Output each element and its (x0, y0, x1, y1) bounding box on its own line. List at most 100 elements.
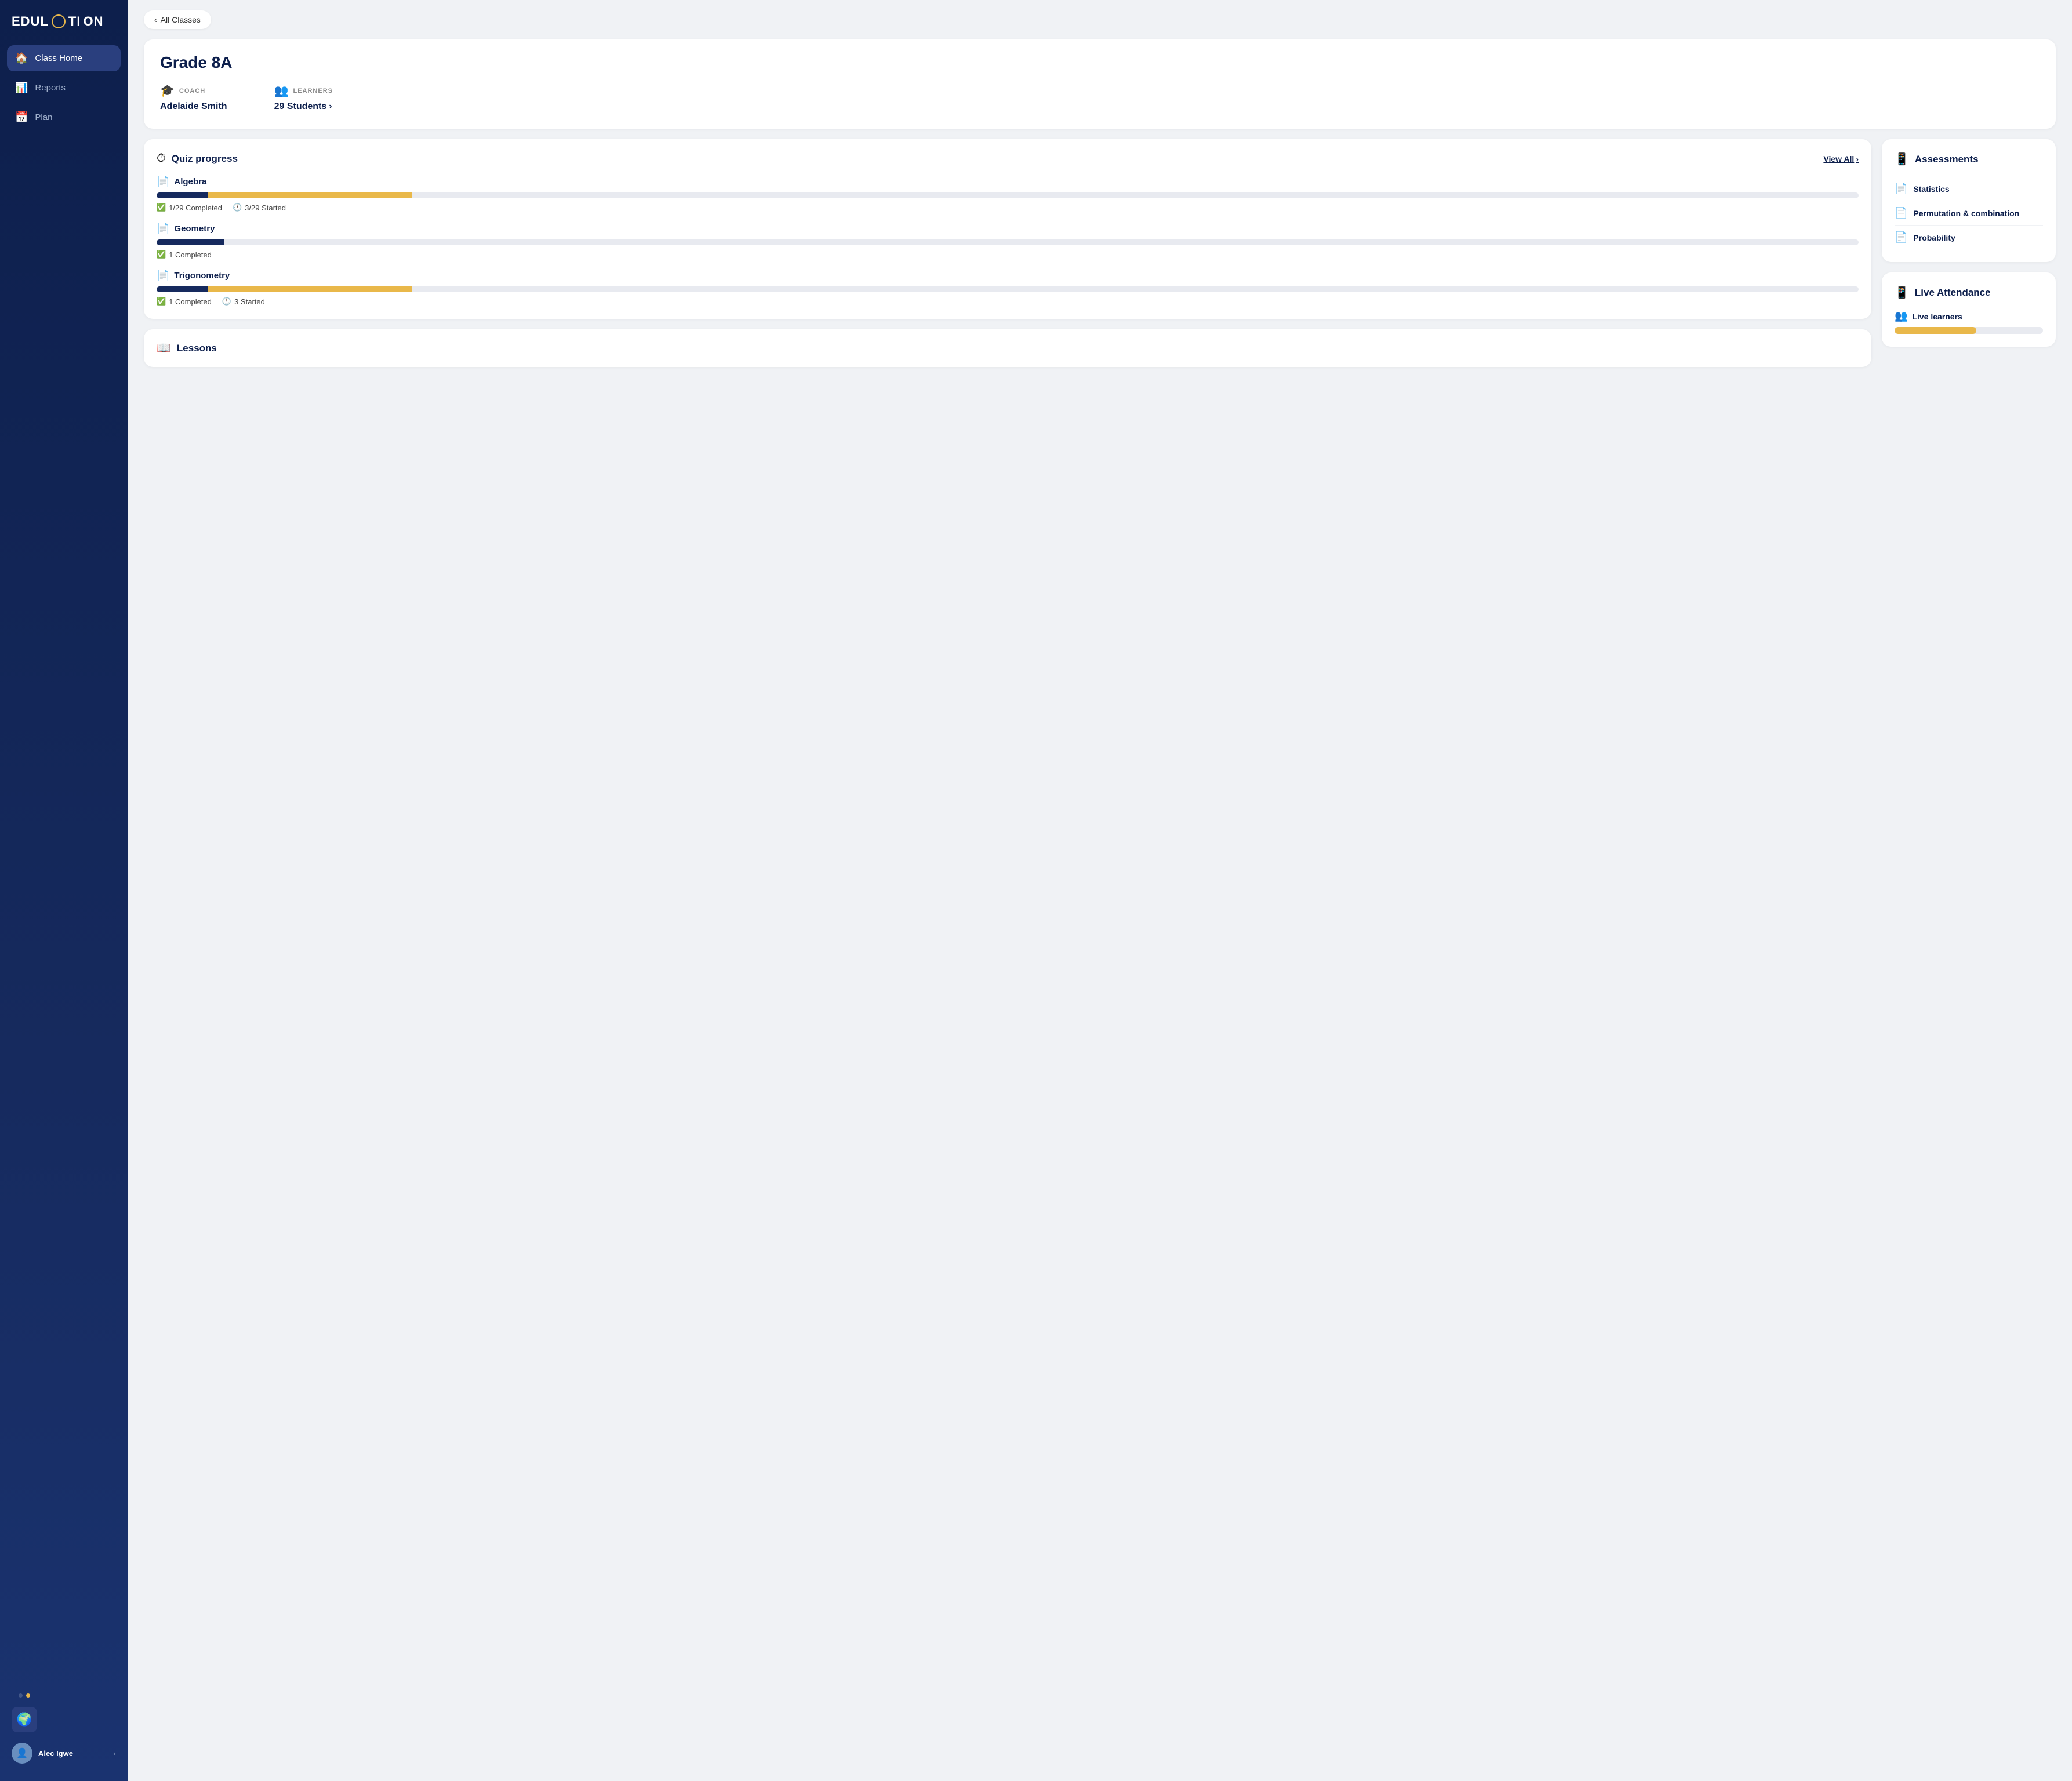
class-header-card: Grade 8A 🎓 COACH Adelaide Smith 👥 LEARNE… (144, 39, 2056, 129)
trig-progress-bar (157, 286, 1859, 292)
trig-completed-label: 1 Completed (169, 297, 212, 306)
quiz-item-trigonometry: 📄 Trigonometry ✅ 1 Completed (157, 270, 1859, 306)
algebra-progress-bar (157, 192, 1859, 198)
sidebar: EDULTION 🏠 Class Home 📊 Reports 📅 Plan 🌍… (0, 0, 128, 1781)
quiz-progress-card: ⏱ Quiz progress View All › 📄 Algebra (144, 139, 1871, 319)
trig-doc-icon: 📄 (157, 270, 169, 282)
topbar: ‹ All Classes (128, 0, 2072, 29)
assess-item-permutation[interactable]: 📄 Permutation & combination (1895, 201, 2043, 226)
plan-icon: 📅 (15, 111, 28, 123)
africa-icon: 🌍 (16, 1712, 32, 1727)
algebra-stats: ✅ 1/29 Completed 🕐 3/29 Started (157, 203, 1859, 212)
sidebar-item-label: Plan (35, 112, 52, 122)
back-chevron-icon: ‹ (154, 15, 157, 24)
dot-indicator-active (26, 1693, 30, 1698)
geometry-stats: ✅ 1 Completed (157, 250, 1859, 259)
reports-icon: 📊 (15, 82, 28, 94)
trig-started-stat: 🕐 3 Started (222, 297, 265, 306)
coach-block: 🎓 COACH Adelaide Smith (160, 83, 227, 112)
lessons-title-row: 📖 Lessons (157, 341, 1859, 355)
geometry-completed-bar (157, 239, 224, 245)
assessments-title: Assessments (1915, 154, 1979, 165)
assessments-header: 📱 Assessments (1895, 152, 2043, 166)
coach-learner-row: 🎓 COACH Adelaide Smith 👥 LEARNERS 29 Stu… (160, 83, 2040, 115)
sidebar-item-class-home[interactable]: 🏠 Class Home (7, 45, 121, 71)
sidebar-item-label: Reports (35, 83, 66, 93)
geometry-name: Geometry (174, 224, 215, 234)
check-icon: ✅ (157, 250, 166, 259)
africa-badge[interactable]: 🌍 (12, 1707, 37, 1732)
live-learners-section: 👥 Live learners (1895, 310, 2043, 334)
live-learners-label: Live learners (1912, 312, 1962, 321)
dot-indicators (7, 1693, 42, 1700)
algebra-started-label: 3/29 Started (245, 203, 286, 212)
learners-icon: 👥 (274, 83, 289, 98)
learners-value: 29 Students › (274, 101, 333, 112)
algebra-name: Algebra (174, 177, 206, 187)
clock-icon: 🕐 (222, 297, 231, 306)
coach-name: Adelaide Smith (160, 101, 227, 112)
view-all-link[interactable]: View All › (1823, 154, 1859, 163)
geometry-progress-bar (157, 239, 1859, 245)
chevron-right-icon: › (114, 1749, 116, 1758)
lessons-card: 📖 Lessons (144, 329, 1871, 367)
assessments-list: 📄 Statistics 📄 Permutation & combination… (1895, 177, 2043, 249)
user-name: Alec Igwe (38, 1749, 108, 1758)
algebra-completed-stat: ✅ 1/29 Completed (157, 203, 222, 212)
live-attendance-header: 📱 Live Attendance (1895, 285, 2043, 300)
live-attend-device-icon: 📱 (1895, 285, 1909, 300)
probability-doc-icon: 📄 (1895, 231, 1907, 243)
quiz-item-geometry: 📄 Geometry ✅ 1 Completed (157, 223, 1859, 259)
quiz-title-row: ⏱ Quiz progress (157, 152, 238, 165)
user-profile-row[interactable]: 👤 Alec Igwe › (7, 1739, 121, 1767)
algebra-started-stat: 🕐 3/29 Started (233, 203, 286, 212)
statistics-name: Statistics (1913, 184, 1949, 194)
assessments-card: 📱 Assessments 📄 Statistics 📄 Permutation… (1882, 139, 2056, 262)
coach-label-row: 🎓 COACH (160, 83, 227, 98)
algebra-started-bar (208, 192, 412, 198)
logo-globe-icon (52, 14, 66, 28)
back-button[interactable]: ‹ All Classes (144, 10, 211, 29)
home-icon: 🏠 (15, 52, 28, 64)
page-content: Grade 8A 🎓 COACH Adelaide Smith 👥 LEARNE… (128, 29, 2072, 383)
trig-stats: ✅ 1 Completed 🕐 3 Started (157, 297, 1859, 306)
algebra-completed-bar (157, 192, 208, 198)
live-learners-bar-bg (1895, 327, 2043, 334)
learners-link[interactable]: 29 Students › (274, 101, 333, 112)
sidebar-item-reports[interactable]: 📊 Reports (7, 75, 121, 101)
back-label: All Classes (161, 15, 201, 24)
dot-indicator (19, 1693, 23, 1698)
sidebar-bottom: 🌍 👤 Alec Igwe › (0, 1684, 128, 1772)
geometry-completed-label: 1 Completed (169, 250, 212, 259)
live-learners-icon: 👥 (1895, 310, 1907, 322)
live-learners-bar-fill (1895, 327, 1976, 334)
app-logo: EDULTION (0, 14, 128, 45)
trig-started-label: 3 Started (234, 297, 265, 306)
clock-icon: 🕐 (233, 203, 242, 212)
left-column: ⏱ Quiz progress View All › 📄 Algebra (144, 139, 1871, 367)
learners-label-row: 👥 LEARNERS (274, 83, 333, 98)
assess-item-statistics[interactable]: 📄 Statistics (1895, 177, 2043, 201)
trig-completed-stat: ✅ 1 Completed (157, 297, 212, 306)
right-column: 📱 Assessments 📄 Statistics 📄 Permutation… (1882, 139, 2056, 367)
algebra-doc-icon: 📄 (157, 176, 169, 188)
main-content: ‹ All Classes Grade 8A 🎓 COACH Adelaide … (128, 0, 2072, 1781)
quiz-progress-title: Quiz progress (172, 153, 238, 165)
permutation-doc-icon: 📄 (1895, 207, 1907, 219)
coach-icon: 🎓 (160, 83, 175, 98)
permutation-name: Permutation & combination (1913, 209, 2019, 218)
quiz-timer-icon: ⏱ (157, 152, 166, 165)
lessons-book-icon: 📖 (157, 341, 171, 355)
geometry-completed-stat: ✅ 1 Completed (157, 250, 212, 259)
live-attendance-card: 📱 Live Attendance 👥 Live learners (1882, 272, 2056, 347)
sidebar-item-plan[interactable]: 📅 Plan (7, 104, 121, 130)
quiz-item-algebra: 📄 Algebra ✅ 1/29 Completed (157, 176, 1859, 212)
avatar: 👤 (12, 1743, 32, 1764)
probability-name: Probability (1913, 233, 1955, 242)
learners-block: 👥 LEARNERS 29 Students › (274, 83, 333, 112)
statistics-doc-icon: 📄 (1895, 183, 1907, 195)
algebra-completed-label: 1/29 Completed (169, 203, 222, 212)
assess-item-probability[interactable]: 📄 Probability (1895, 226, 2043, 249)
two-col-layout: ⏱ Quiz progress View All › 📄 Algebra (144, 139, 2056, 367)
check-icon: ✅ (157, 297, 166, 306)
